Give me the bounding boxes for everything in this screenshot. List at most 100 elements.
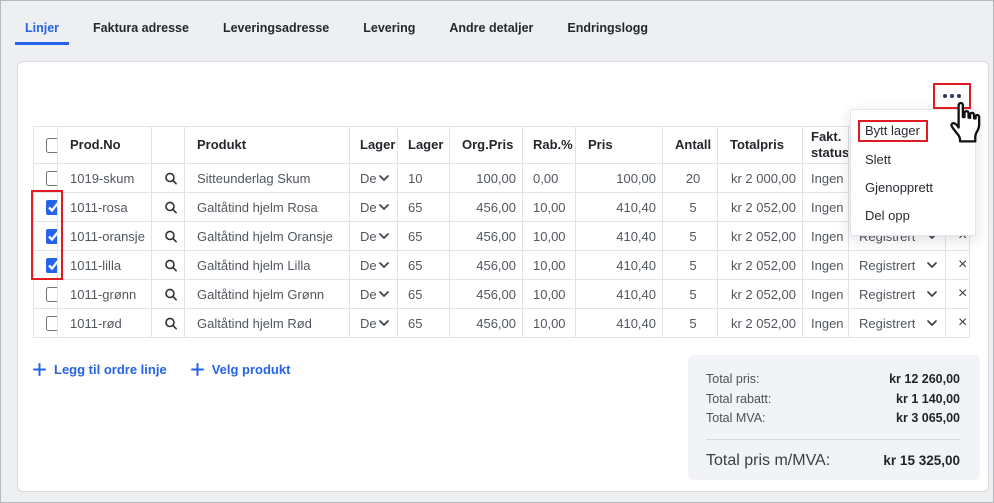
tab-andre-detaljer[interactable]: Andre detaljer	[439, 12, 543, 45]
cell-prodno: 1011-grønn	[58, 280, 152, 309]
status-select[interactable]: Registrert	[859, 316, 937, 331]
tab-linjer[interactable]: Linjer	[15, 12, 69, 45]
col-header-orgpris: Org.Pris	[450, 127, 523, 164]
tab-levering[interactable]: Levering	[353, 12, 425, 45]
status-select[interactable]: Registrert	[859, 258, 937, 273]
cell-pris: 410,40	[576, 251, 663, 280]
cell-totalpris: kr 2 000,00	[718, 164, 803, 193]
table-row: 1011-rød Galtåtind hjelm Rød De 65 456,0…	[34, 309, 970, 338]
lager-select[interactable]: De	[360, 316, 389, 331]
remove-line-icon[interactable]: ×	[958, 286, 963, 302]
cell-stock: 65	[398, 280, 450, 309]
row-checkbox[interactable]	[46, 287, 58, 302]
remove-line-icon[interactable]: ×	[958, 315, 963, 331]
cell-antall: 5	[663, 280, 718, 309]
lager-select-value: De	[360, 316, 377, 331]
row-checkbox[interactable]	[46, 316, 58, 331]
order-lines-table: Prod.No Produkt Lager Lager Org.Pris Rab…	[33, 126, 970, 338]
cell-pris: 410,40	[576, 280, 663, 309]
ellipsis-icon	[943, 94, 947, 98]
tab-endringslogg[interactable]: Endringslogg	[557, 12, 658, 45]
col-header-produkt: Produkt	[185, 127, 350, 164]
choose-product-label: Velg produkt	[212, 362, 291, 377]
col-header-lager-qty: Lager	[398, 127, 450, 164]
cell-product: Galtåtind hjelm Oransje	[185, 222, 350, 251]
lager-select-value: De	[360, 171, 377, 186]
total-rabatt-value: kr 1 140,00	[896, 390, 960, 410]
cell-prodno: 1019-skum	[58, 164, 152, 193]
search-icon[interactable]	[164, 258, 178, 273]
tab-leveringsadresse[interactable]: Leveringsadresse	[213, 12, 339, 45]
search-icon[interactable]	[164, 229, 178, 244]
table-row: 1011-rosa Galtåtind hjelm Rosa De 65 456…	[34, 193, 970, 222]
cell-fakt-status: Ingen	[803, 193, 849, 222]
lager-select[interactable]: De	[360, 258, 389, 273]
search-icon[interactable]	[164, 316, 178, 331]
choose-product-button[interactable]: Velg produkt	[191, 362, 291, 377]
status-select[interactable]: Registrert	[859, 287, 937, 302]
cell-totalpris: kr 2 052,00	[718, 193, 803, 222]
cell-stock: 65	[398, 251, 450, 280]
row-checkbox[interactable]	[46, 229, 58, 244]
plus-icon	[33, 363, 46, 376]
cell-fakt-status: Ingen	[803, 280, 849, 309]
search-icon[interactable]	[164, 200, 178, 215]
chevron-down-icon	[379, 175, 389, 181]
chevron-down-icon	[379, 320, 389, 326]
col-header-search	[152, 127, 185, 164]
cell-pris: 410,40	[576, 309, 663, 338]
select-all-checkbox[interactable]	[46, 138, 58, 153]
context-menu: Bytt lager Slett Gjenopprett Del opp	[850, 109, 976, 236]
remove-line-icon[interactable]: ×	[958, 257, 963, 273]
lager-select-value: De	[360, 200, 377, 215]
lager-select[interactable]: De	[360, 200, 389, 215]
cell-rab: 10,00	[523, 280, 576, 309]
col-header-fakt-status: Fakt. status	[803, 127, 849, 164]
search-icon[interactable]	[164, 171, 178, 186]
cell-pris: 410,40	[576, 193, 663, 222]
table-row: 1011-oransje Galtåtind hjelm Oransje De …	[34, 222, 970, 251]
lager-select[interactable]: De	[360, 229, 389, 244]
cell-product: Galtåtind hjelm Lilla	[185, 251, 350, 280]
totals-divider	[706, 439, 960, 440]
ellipsis-icon	[957, 94, 961, 98]
cell-rab: 10,00	[523, 251, 576, 280]
more-options-button[interactable]	[943, 94, 961, 98]
cell-prodno: 1011-rød	[58, 309, 152, 338]
search-icon[interactable]	[164, 287, 178, 302]
status-select-value: Registrert	[859, 316, 915, 331]
lager-select-value: De	[360, 287, 377, 302]
status-select-value: Registrert	[859, 287, 915, 302]
tab-bar: Linjer Faktura adresse Leveringsadresse …	[15, 12, 672, 45]
lager-select[interactable]: De	[360, 287, 389, 302]
total-rabatt-label: Total rabatt:	[706, 390, 771, 410]
col-header-totalpris: Totalpris	[718, 127, 803, 164]
col-header-pris: Pris	[576, 127, 663, 164]
col-header-rab: Rab.%	[523, 127, 576, 164]
cell-antall: 20	[663, 164, 718, 193]
status-select-value: Registrert	[859, 258, 915, 273]
menu-item-gjenopprett[interactable]: Gjenopprett	[851, 173, 975, 201]
cell-product: Sitteunderlag Skum	[185, 164, 350, 193]
row-checkbox[interactable]	[46, 200, 58, 215]
chevron-down-icon	[379, 291, 389, 297]
cell-stock: 65	[398, 193, 450, 222]
cell-product: Galtåtind hjelm Rosa	[185, 193, 350, 222]
add-order-line-button[interactable]: Legg til ordre linje	[33, 362, 167, 377]
plus-icon	[191, 363, 204, 376]
lager-select[interactable]: De	[360, 171, 389, 186]
cell-orgpris: 456,00	[450, 309, 523, 338]
order-screen: { "tabs": [ { "label": "Linjer", "active…	[0, 0, 994, 503]
menu-item-slett[interactable]: Slett	[851, 145, 975, 173]
total-pris-label: Total pris:	[706, 370, 760, 390]
row-checkbox[interactable]	[46, 258, 58, 273]
total-incl-row: Total pris m/MVA: kr 15 325,00	[706, 451, 960, 471]
menu-item-del-opp[interactable]: Del opp	[851, 201, 975, 229]
menu-item-bytt-lager[interactable]: Bytt lager	[851, 117, 975, 145]
chevron-down-icon	[927, 320, 937, 326]
lager-select-value: De	[360, 229, 377, 244]
row-checkbox[interactable]	[46, 171, 58, 186]
tab-faktura-adresse[interactable]: Faktura adresse	[83, 12, 199, 45]
cell-rab: 10,00	[523, 309, 576, 338]
cell-orgpris: 100,00	[450, 164, 523, 193]
